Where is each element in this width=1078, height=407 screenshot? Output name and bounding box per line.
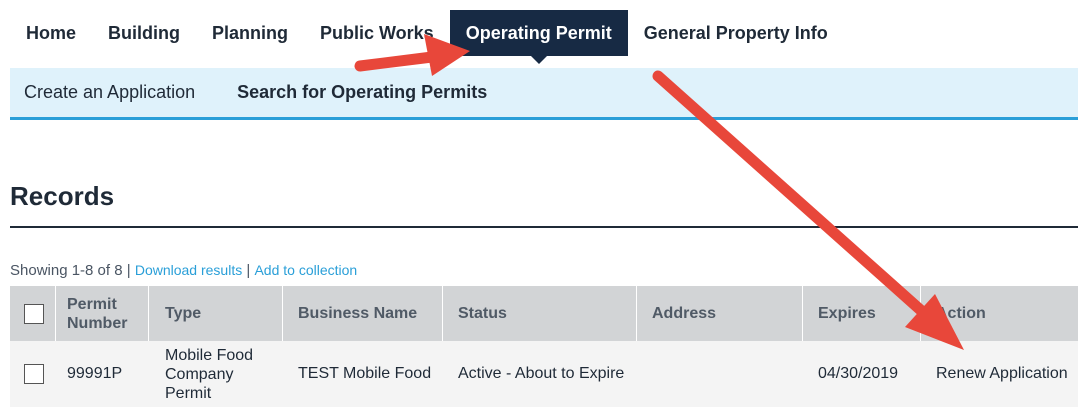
tab-operating-permit[interactable]: Operating Permit xyxy=(449,10,628,64)
col-address[interactable]: Address xyxy=(652,286,802,341)
showing-count: Showing 1-8 of 8 xyxy=(10,262,123,279)
permit-address xyxy=(652,341,802,407)
tab-public-works[interactable]: Public Works xyxy=(304,10,450,56)
column-divider xyxy=(636,286,637,341)
expires-date: 04/30/2019 xyxy=(818,365,899,382)
download-results-link[interactable]: Download results xyxy=(135,262,242,278)
permit-number-link[interactable]: 99991P xyxy=(67,341,147,407)
subnav-create-application[interactable]: Create an Application xyxy=(10,82,209,103)
col-type[interactable]: Type xyxy=(165,286,275,341)
separator: | xyxy=(126,262,131,279)
header-select-all xyxy=(24,286,48,341)
column-divider xyxy=(920,286,921,341)
column-divider xyxy=(282,286,283,341)
col-status[interactable]: Status xyxy=(458,286,638,341)
select-all-checkbox[interactable] xyxy=(24,303,44,324)
column-divider xyxy=(55,286,56,341)
col-permit-number[interactable]: Permit Number xyxy=(67,286,147,341)
business-name: TEST Mobile Food xyxy=(298,365,432,382)
records-heading: Records xyxy=(10,181,115,211)
table-header: Permit Number Type Business Name Status … xyxy=(10,286,1078,341)
results-summary: Showing 1-8 of 8 | Download results | Ad… xyxy=(10,262,357,279)
sub-nav: Create an Application Search for Operati… xyxy=(10,68,1078,120)
heading-divider xyxy=(10,226,1078,228)
add-to-collection-link[interactable]: Add to collection xyxy=(254,262,357,278)
column-divider xyxy=(802,286,803,341)
column-divider xyxy=(148,286,149,341)
tab-building[interactable]: Building xyxy=(92,10,196,56)
row-select xyxy=(24,341,48,407)
tab-home[interactable]: Home xyxy=(10,10,92,56)
permit-type: Mobile Food Company Permit xyxy=(165,346,254,402)
tab-planning[interactable]: Planning xyxy=(196,10,304,56)
renew-application-link[interactable]: Renew Application xyxy=(936,341,1076,407)
permit-status: Active - About to Expire xyxy=(458,365,625,382)
row-checkbox[interactable] xyxy=(24,364,44,384)
col-action: Action xyxy=(936,304,986,322)
separator: | xyxy=(246,262,251,279)
tab-general-property-info[interactable]: General Property Info xyxy=(628,10,844,56)
col-expires[interactable]: Expires xyxy=(818,286,918,341)
col-business-name[interactable]: Business Name xyxy=(298,286,448,341)
top-nav: Home Building Planning Public Works Oper… xyxy=(10,10,844,64)
table-row: 99991P Mobile Food Company Permit TEST M… xyxy=(10,341,1078,407)
column-divider xyxy=(442,286,443,341)
subnav-search-operating-permits[interactable]: Search for Operating Permits xyxy=(209,82,501,103)
